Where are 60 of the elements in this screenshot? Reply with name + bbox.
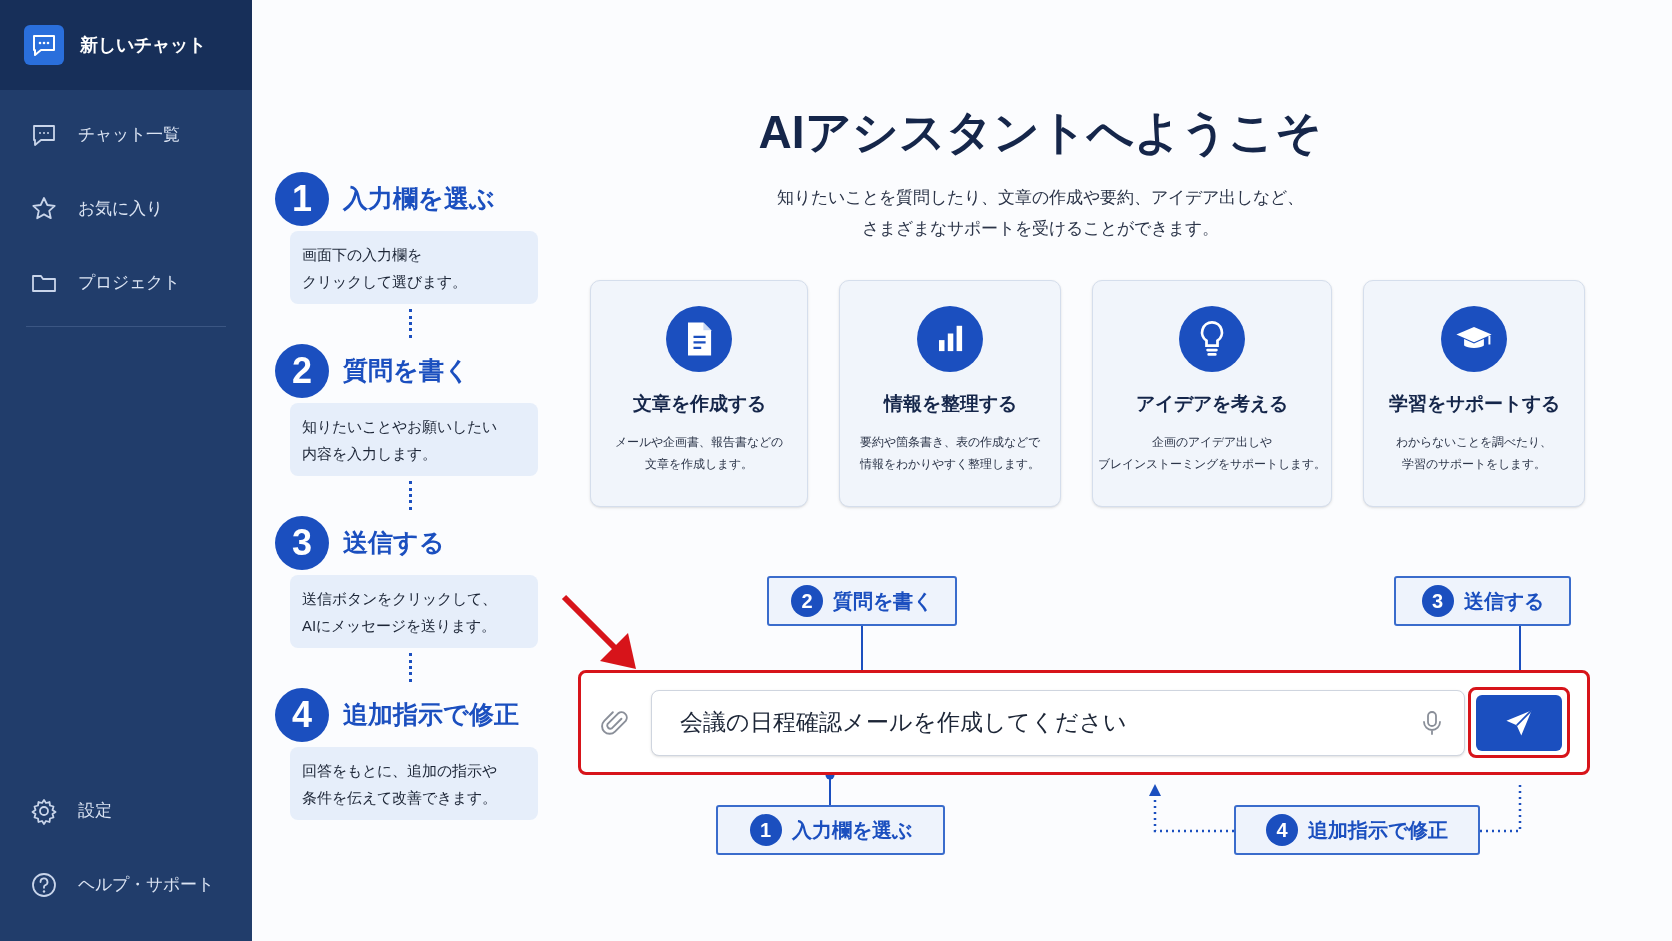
step-description: AIにメッセージを送ります。 — [302, 615, 498, 636]
feature-card[interactable]: 情報を整理する 要約や箇条書き、表の作成などで 情報をわかりやすく整理します。 — [839, 280, 1061, 507]
card-title: 学習をサポートする — [1388, 392, 1560, 416]
sidebar-item[interactable]: ヘルプ・サポート — [0, 855, 252, 915]
step-title: 追加指示で修正 — [343, 699, 519, 731]
welcome-title: AIアシスタントへようこそ — [758, 105, 1322, 160]
new-chat-button[interactable]: 新しいチャット — [0, 0, 252, 90]
send-button[interactable] — [1476, 694, 1562, 751]
card-title: 文章を作成する — [632, 392, 766, 416]
step-number: 1 — [275, 172, 329, 226]
card-description: わからないことを調べたり、 — [1396, 434, 1552, 451]
chat-icon — [24, 25, 64, 65]
step-title: 質問を書く — [343, 355, 470, 387]
step-description: 知りたいことやお願いしたい — [302, 416, 498, 437]
step-title: 入力欄を選ぶ — [343, 183, 495, 215]
document-icon — [666, 306, 732, 372]
callout-number: 1 — [749, 814, 782, 846]
callout-text: 追加指示で修正 — [1308, 818, 1448, 843]
step-number: 4 — [275, 688, 329, 742]
sidebar-item[interactable]: お気に入り — [0, 172, 252, 246]
callout-number: 2 — [791, 585, 823, 617]
settings-icon — [30, 797, 58, 825]
feature-card[interactable]: 文章を作成する メールや企画書、報告書などの 文章を作成します。 — [590, 280, 808, 507]
callout-text: 質問を書く — [833, 589, 933, 614]
lightbulb-icon — [1179, 306, 1245, 372]
bar-chart-icon — [917, 306, 983, 372]
step-description: 条件を伝えて改善できます。 — [302, 787, 498, 808]
callout-number: 4 — [1266, 814, 1298, 846]
sidebar-item[interactable]: チャット一覧 — [0, 98, 252, 172]
callout-number: 3 — [1421, 585, 1454, 617]
card-title: 情報を整理する — [883, 392, 1017, 416]
help-icon — [30, 871, 58, 899]
card-description: 要約や箇条書き、表の作成などで — [860, 434, 1040, 451]
callout-text: 入力欄を選ぶ — [791, 818, 912, 843]
step-description: 画面下の入力欄を — [302, 244, 423, 265]
card-description: 学習のサポートをします。 — [1402, 456, 1546, 472]
step-title: 送信する — [343, 527, 445, 559]
sidebar-item[interactable]: 設定 — [0, 781, 252, 841]
step-description: クリックして選びます。 — [302, 271, 468, 292]
sidebar-item[interactable]: プロジェクト — [0, 246, 252, 320]
welcome-subtitle: 知りたいことを質問したり、文章の作成や要約、アイデア出しなど、 — [776, 187, 1304, 209]
welcome-subtitle: さまざまなサポートを受けることができます。 — [861, 218, 1219, 240]
card-description: メールや企画書、報告書などの — [615, 434, 783, 451]
step-description: 回答をもとに、追加の指示や — [302, 760, 498, 781]
card-description: ブレインストーミングをサポートします。 — [1098, 456, 1326, 472]
feature-card[interactable]: アイデアを考える 企画のアイデア出しや ブレインストーミングをサポートします。 — [1092, 280, 1332, 507]
graduation-cap-icon — [1441, 306, 1507, 372]
card-description: 文章を作成します。 — [645, 456, 753, 472]
input-text: 会議の日程確認メールを作成してください — [680, 708, 1128, 738]
card-description: 企画のアイデア出しや — [1152, 434, 1272, 450]
card-description: 情報をわかりやすく整理します。 — [860, 456, 1040, 472]
leader-line — [1480, 783, 1522, 833]
message-input-field[interactable]: 会議の日程確認メールを作成してください — [651, 689, 1465, 756]
step-description: 送信ボタンをクリックして、 — [302, 588, 498, 609]
step-number: 3 — [275, 516, 329, 570]
callout-text: 送信する — [1463, 589, 1544, 614]
step-description: 内容を入力します。 — [302, 443, 438, 464]
step-number: 2 — [275, 344, 329, 398]
card-title: アイデアを考える — [1136, 392, 1288, 416]
feature-card[interactable]: 学習をサポートする わからないことを調べたり、 学習のサポートをします。 — [1363, 280, 1585, 507]
